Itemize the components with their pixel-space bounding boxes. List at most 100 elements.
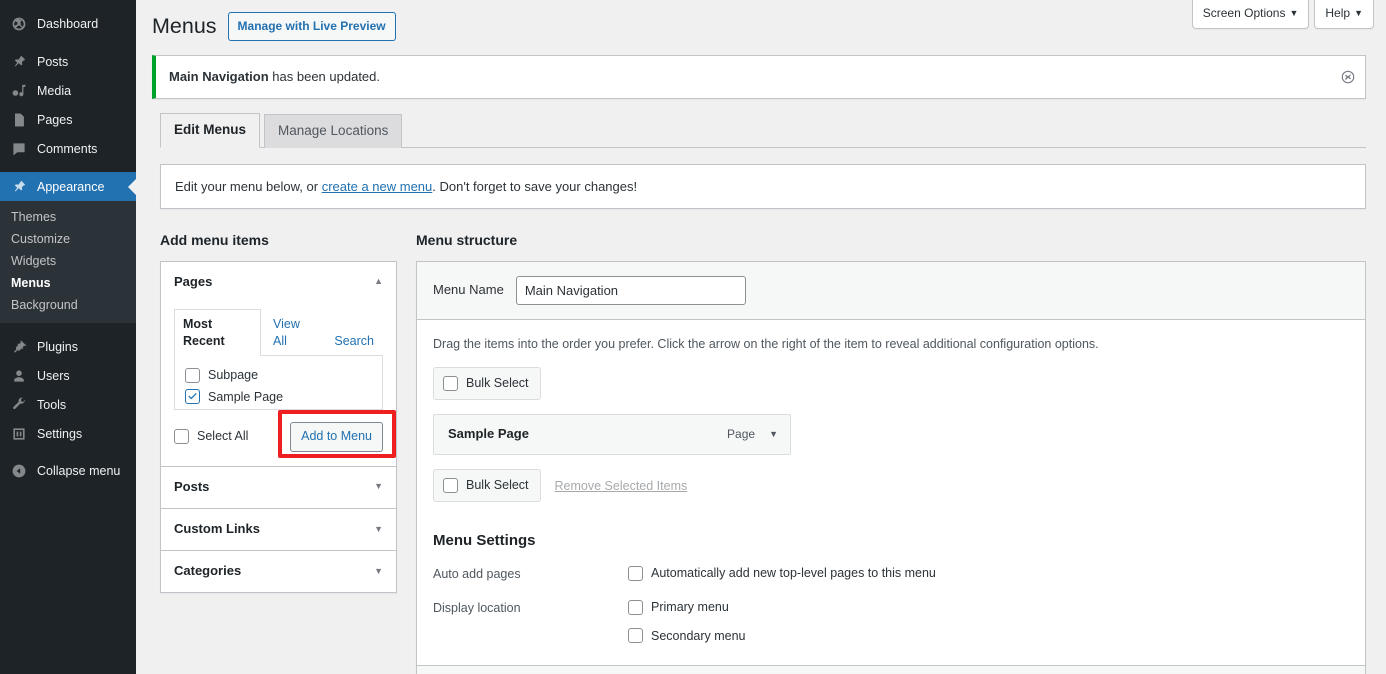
menu-name-row: Menu Name — [417, 261, 1365, 320]
bulk-select-bottom[interactable]: Bulk Select — [433, 469, 541, 503]
sidebar-item-comments[interactable]: Comments — [0, 134, 136, 163]
accordion-label: Categories — [174, 562, 242, 578]
sidebar-item-posts[interactable]: Posts — [0, 47, 136, 76]
submenu-item-customize[interactable]: Customize — [0, 228, 136, 250]
page-wrap: Menus Manage with Live Preview Main Navi… — [136, 0, 1386, 674]
accordion-header-custom-links[interactable]: Custom Links ▼ — [161, 508, 396, 550]
display-location-primary-menu-checkbox[interactable]: Primary menu — [628, 597, 746, 619]
bulk-actions-row: Bulk Select Remove Selected Items — [433, 469, 1349, 503]
pages-checkbox-list: Subpage Sample Page — [174, 355, 383, 410]
pages-tab-most-recent[interactable]: Most Recent — [174, 308, 261, 356]
setting-option-label: Primary menu — [651, 599, 729, 614]
page-checkbox-subpage[interactable]: Subpage — [185, 365, 372, 387]
checkbox-icon[interactable] — [443, 478, 458, 494]
checkbox-icon[interactable] — [443, 376, 458, 392]
accordion-section-pages: Pages ▲ Most Recent View All Search Subp… — [161, 261, 396, 467]
close-circle-icon[interactable] — [1338, 67, 1358, 87]
add-menu-items-accordion: Pages ▲ Most Recent View All Search Subp… — [160, 260, 397, 594]
screen-options-button[interactable]: Screen Options ▼ — [1191, 0, 1310, 29]
menu-tabs: Edit Menus Manage Locations — [160, 112, 1366, 148]
sidebar-item-media[interactable]: Media — [0, 76, 136, 105]
admin-sidebar: Dashboard Posts Media Pages Comments App… — [0, 0, 136, 674]
manage-menus-bar: Edit your menu below, or create a new me… — [160, 163, 1366, 209]
sidebar-item-settings[interactable]: Settings — [0, 419, 136, 448]
checkbox-checked-icon[interactable] — [185, 389, 200, 405]
accordion-section-categories: Categories ▼ — [161, 550, 396, 593]
submenu-item-widgets[interactable]: Widgets — [0, 250, 136, 272]
checkbox-icon[interactable] — [628, 628, 643, 644]
setting-option-label: Secondary menu — [651, 628, 746, 643]
pages-tab-search[interactable]: Search — [325, 326, 383, 356]
appearance-icon — [10, 178, 28, 196]
sidebar-item-tools[interactable]: Tools — [0, 390, 136, 419]
sidebar-separator — [0, 38, 136, 47]
bulk-select-top[interactable]: Bulk Select — [433, 367, 541, 401]
page-checkbox-label: Sample Page — [208, 389, 284, 404]
accordion-header-categories[interactable]: Categories ▼ — [161, 550, 396, 593]
chevron-down-icon: ▼ — [1354, 8, 1363, 18]
pages-panel-actions: Select All Add to Menu — [174, 409, 396, 458]
sidebar-item-label: Tools — [37, 397, 67, 412]
accordion-section-posts: Posts ▼ — [161, 466, 396, 509]
sidebar-item-label: Plugins — [37, 339, 78, 354]
menu-structure-box: Menu Name Drag the items into the order … — [416, 260, 1366, 674]
menu-name-label: Menu Name — [433, 282, 504, 298]
manage-menus-post-text: . Don't forget to save your changes! — [432, 178, 638, 194]
screen-options-label: Screen Options — [1202, 6, 1286, 20]
sidebar-item-label: Appearance — [37, 179, 105, 194]
setting-row-auto-add-pages: Auto add pages Automatically add new top… — [433, 563, 1349, 585]
sidebar-item-appearance[interactable]: Appearance — [0, 172, 136, 201]
add-menu-items-column: Add menu items Pages ▲ Most Recent View … — [160, 231, 397, 594]
menu-name-input[interactable] — [515, 275, 746, 305]
checkbox-icon[interactable] — [174, 428, 189, 444]
tab-manage-locations[interactable]: Manage Locations — [264, 113, 403, 148]
checkbox-icon[interactable] — [185, 367, 200, 383]
manage-menus-pre-text: Edit your menu below, or — [175, 178, 322, 194]
menu-structure-footer: Delete Menu Save Menu — [417, 665, 1365, 674]
accordion-header-posts[interactable]: Posts ▼ — [161, 466, 396, 508]
sidebar-item-label: Settings — [37, 426, 83, 441]
sidebar-item-label: Comments — [37, 141, 98, 156]
collapse-menu-button[interactable]: Collapse menu — [0, 456, 136, 485]
sidebar-item-dashboard[interactable]: Dashboard — [0, 9, 136, 38]
pin-icon — [10, 53, 28, 71]
page-checkbox-sample-page[interactable]: Sample Page — [185, 387, 372, 409]
chevron-down-icon[interactable]: ▼ — [769, 429, 778, 439]
sidebar-item-label: Dashboard — [37, 16, 99, 31]
help-button[interactable]: Help ▼ — [1314, 0, 1374, 29]
submenu-item-themes[interactable]: Themes — [0, 206, 136, 228]
bulk-select-label: Bulk Select — [466, 478, 529, 493]
select-all-checkbox[interactable]: Select All — [174, 426, 248, 448]
pages-tab-view-all[interactable]: View All — [264, 309, 322, 356]
sidebar-item-label: Posts — [37, 54, 69, 69]
tab-edit-menus[interactable]: Edit Menus — [160, 112, 261, 148]
accordion-label: Pages — [174, 273, 213, 289]
add-to-menu-button[interactable]: Add to Menu — [290, 421, 383, 452]
checkbox-icon[interactable] — [628, 565, 643, 581]
sidebar-item-pages[interactable]: Pages — [0, 105, 136, 134]
sidebar-item-plugins[interactable]: Plugins — [0, 332, 136, 361]
remove-selected-items-link[interactable]: Remove Selected Items — [555, 479, 688, 493]
plugins-icon — [10, 338, 28, 356]
sidebar-separator — [0, 163, 136, 172]
menu-item-sample-page[interactable]: Sample Page Page ▼ — [433, 414, 791, 456]
menu-structure-body: Drag the items into the order you prefer… — [417, 319, 1365, 666]
drag-instructions: Drag the items into the order you prefer… — [433, 336, 1099, 351]
checkbox-icon[interactable] — [628, 599, 643, 615]
manage-with-live-preview-button[interactable]: Manage with Live Preview — [227, 12, 396, 41]
create-a-new-menu-link[interactable]: create a new menu — [322, 179, 433, 194]
sidebar-item-label: Users — [37, 368, 70, 383]
accordion-header-pages[interactable]: Pages ▲ — [161, 261, 396, 303]
users-icon — [10, 367, 28, 385]
menu-item-meta: Page ▼ — [727, 427, 778, 441]
main-content: Screen Options ▼ Help ▼ Menus Manage with … — [136, 0, 1386, 674]
submenu-item-background[interactable]: Background — [0, 294, 136, 316]
display-location-secondary-menu-checkbox[interactable]: Secondary menu — [628, 626, 746, 648]
chevron-down-icon: ▼ — [1289, 8, 1299, 18]
pages-panel-tabs: Most Recent View All Search — [174, 308, 383, 356]
sidebar-item-users[interactable]: Users — [0, 361, 136, 390]
submenu-item-menus[interactable]: Menus — [0, 272, 136, 294]
auto-add-pages-checkbox[interactable]: Automatically add new top-level pages to… — [628, 563, 936, 585]
accordion-label: Custom Links — [174, 520, 260, 536]
menu-structure-title: Menu structure — [416, 232, 518, 248]
